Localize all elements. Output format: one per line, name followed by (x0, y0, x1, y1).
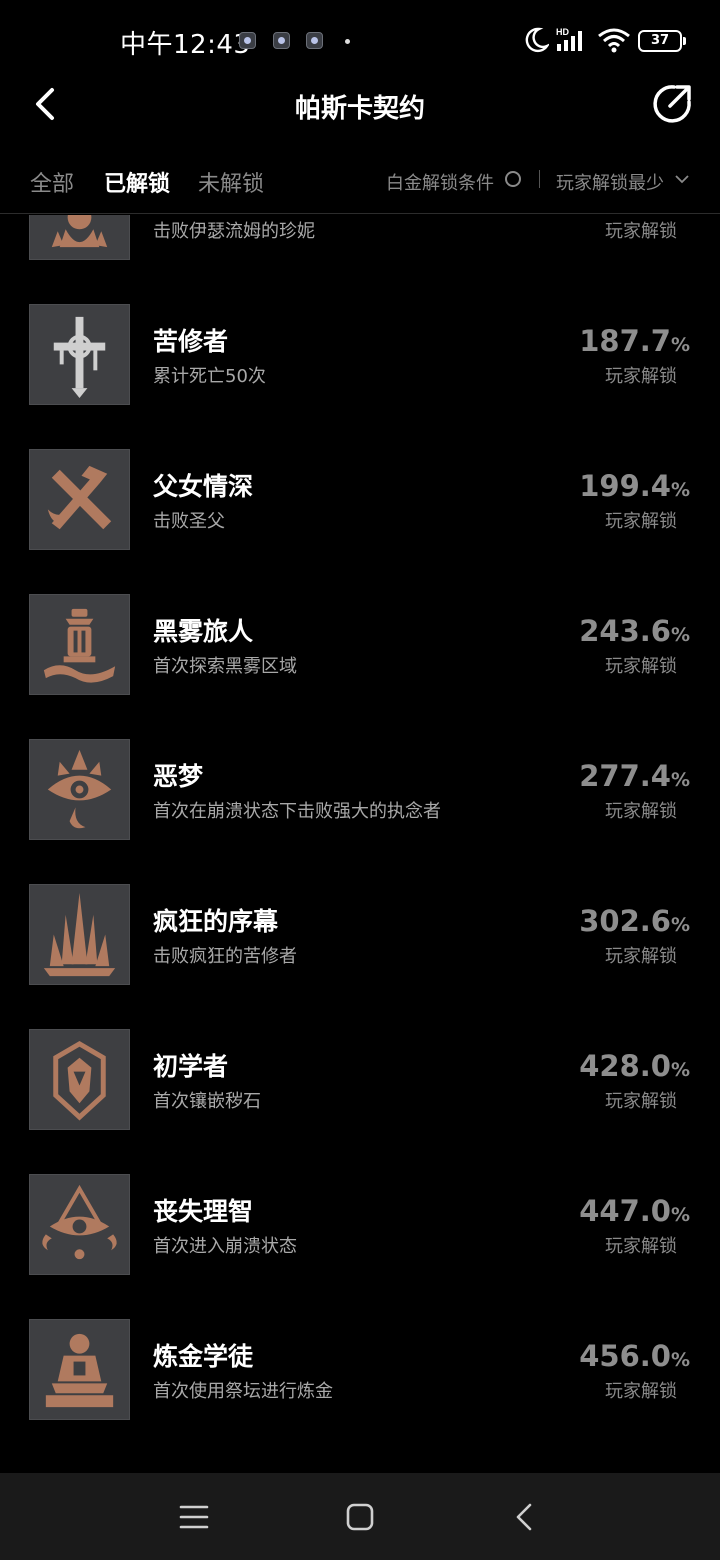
unlock-percent: 199.4% (579, 469, 690, 503)
achievement-title: 恶梦 (153, 762, 204, 791)
notification-shield-icon (273, 32, 290, 49)
page-title: 帕斯卡契约 (294, 94, 425, 124)
percent-unit: % (670, 1204, 690, 1226)
percent-value: 277.4 (579, 759, 671, 793)
unlock-label: 玩家解锁 (605, 946, 677, 967)
figure-emblem-icon (29, 215, 130, 260)
dripping-cross-icon (29, 304, 130, 405)
percent-value: 199.4 (579, 469, 671, 503)
unlock-percent: 456.0% (579, 1339, 690, 1373)
percent-unit: % (670, 769, 690, 791)
moon-icon (525, 27, 549, 53)
achievement-title: 初学者 (153, 1052, 229, 1081)
tab-bar: 全部 已解锁 未解锁 白金解锁条件 玩家解锁最少 (0, 150, 720, 214)
app-header: 帕斯卡契约 (0, 80, 720, 130)
crossed-weapons-icon (29, 449, 130, 550)
achievement-title: 父女情深 (153, 472, 254, 501)
achievement-title: 苦修者 (153, 327, 229, 356)
achievement-desc: 累计死亡50次 (153, 366, 266, 387)
achievement-desc: 首次在崩溃状态下击败强大的执念者 (153, 801, 441, 822)
platinum-filter-radio[interactable] (505, 171, 521, 187)
achievement-title: 疯狂的序幕 (153, 907, 279, 936)
achievement-desc: 击败疯狂的苦修者 (153, 946, 297, 967)
chevron-down-icon[interactable] (675, 172, 689, 186)
percent-unit: % (670, 1349, 690, 1371)
percent-value: 428.0 (579, 1049, 671, 1083)
unlock-label: 玩家解锁 (605, 1236, 677, 1257)
percent-unit: % (670, 624, 690, 646)
notification-app-icon (306, 32, 323, 49)
home-square-icon[interactable] (343, 1500, 377, 1534)
unlock-percent: 243.6% (579, 614, 690, 648)
percent-value: 456.0 (579, 1339, 671, 1373)
share-icon[interactable] (650, 82, 694, 126)
unlock-percent: 428.0% (579, 1049, 690, 1083)
achievement-title: 丧失理智 (153, 1197, 254, 1226)
tab-all[interactable]: 全部 (30, 166, 74, 198)
notification-app-icon (239, 32, 256, 49)
battery-icon: 37 (638, 30, 686, 52)
achievement-title: 黑雾旅人 (153, 617, 254, 646)
unlock-percent: 447.0% (579, 1194, 690, 1228)
list-item[interactable]: 丧失理智 首次进入崩溃状态 447.0% 玩家解锁 (0, 1174, 720, 1276)
percent-unit: % (670, 1059, 690, 1081)
gem-crest-icon (29, 1029, 130, 1130)
achievement-list: 击败伊瑟流姆的珍妮 玩家解锁 苦修者 累计死亡50次 187.7% 玩家解锁 父… (0, 215, 720, 1473)
unlock-label: 玩家解锁 (605, 366, 677, 387)
wifi-icon (598, 28, 630, 53)
platinum-filter-label[interactable]: 白金解锁条件 (386, 169, 494, 195)
achievement-desc: 首次进入崩溃状态 (153, 1236, 297, 1257)
percent-value: 447.0 (579, 1194, 671, 1228)
lantern-mist-icon (29, 594, 130, 695)
achievement-desc: 击败圣父 (153, 511, 225, 532)
unlock-percent: 277.4% (579, 759, 690, 793)
filter-divider (539, 170, 540, 188)
unlock-label: 玩家解锁 (605, 656, 677, 677)
percent-unit: % (670, 334, 690, 356)
unlock-percent: 302.6% (579, 904, 690, 938)
percent-unit: % (670, 914, 690, 936)
svg-text:HD: HD (556, 27, 569, 37)
percent-unit: % (670, 479, 690, 501)
status-time: 中午12:43 (120, 30, 251, 60)
list-item[interactable]: 黑雾旅人 首次探索黑雾区域 243.6% 玩家解锁 (0, 594, 720, 696)
sort-dropdown[interactable]: 玩家解锁最少 (556, 169, 664, 195)
list-item[interactable]: 疯狂的序幕 击败疯狂的苦修者 302.6% 玩家解锁 (0, 884, 720, 986)
more-notifications-dot (345, 39, 350, 44)
list-item[interactable]: 苦修者 累计死亡50次 187.7% 玩家解锁 (0, 304, 720, 406)
percent-value: 302.6 (579, 904, 671, 938)
status-bar: 中午12:43 HD 37 (0, 0, 720, 80)
list-item[interactable]: 击败伊瑟流姆的珍妮 玩家解锁 (0, 215, 720, 261)
achievement-desc: 首次探索黑雾区域 (153, 656, 297, 677)
list-item[interactable]: 初学者 首次镶嵌秽石 428.0% 玩家解锁 (0, 1029, 720, 1131)
percent-value: 187.7 (579, 324, 671, 358)
achievement-title: 炼金学徒 (153, 1342, 254, 1371)
unlock-label: 玩家解锁 (605, 511, 677, 532)
tab-unlocked[interactable]: 已解锁 (104, 166, 170, 198)
unlock-percent: 187.7% (579, 324, 690, 358)
back-triangle-icon[interactable] (508, 1500, 542, 1534)
unlock-label: 玩家解锁 (605, 1381, 677, 1402)
list-item[interactable]: 父女情深 击败圣父 199.4% 玩家解锁 (0, 449, 720, 551)
hd-signal-icon: HD (556, 27, 582, 51)
spiked-spire-icon (29, 884, 130, 985)
list-item[interactable]: 炼金学徒 首次使用祭坛进行炼金 456.0% 玩家解锁 (0, 1319, 720, 1421)
menu-icon[interactable] (177, 1500, 211, 1534)
list-item[interactable]: 恶梦 首次在崩溃状态下击败强大的执念者 277.4% 玩家解锁 (0, 739, 720, 841)
system-nav-bar (0, 1473, 720, 1560)
achievement-desc: 首次镶嵌秽石 (153, 1091, 261, 1112)
percent-value: 243.6 (579, 614, 671, 648)
unlock-label: 玩家解锁 (605, 801, 677, 822)
tab-locked[interactable]: 未解锁 (198, 166, 264, 198)
unlock-label: 玩家解锁 (605, 1091, 677, 1112)
altar-icon (29, 1319, 130, 1420)
unlock-label: 玩家解锁 (605, 221, 677, 242)
achievement-desc: 首次使用祭坛进行炼金 (153, 1381, 333, 1402)
crowned-eye-icon (29, 739, 130, 840)
achievement-desc: 击败伊瑟流姆的珍妮 (153, 221, 315, 242)
ornate-eye-icon (29, 1174, 130, 1275)
